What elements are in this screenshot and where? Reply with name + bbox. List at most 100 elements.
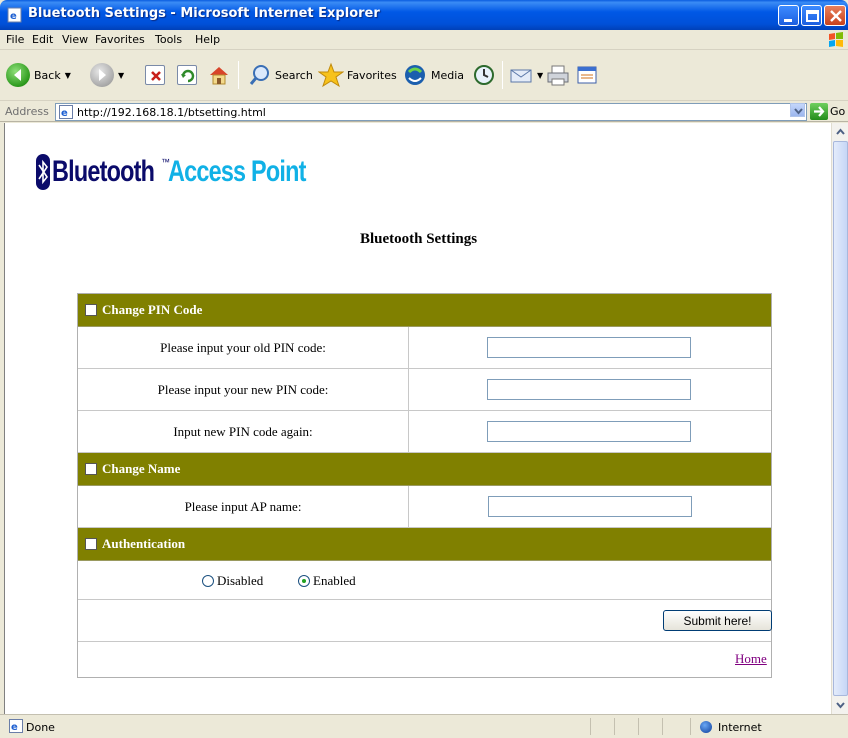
scroll-down-button[interactable]: [833, 697, 848, 714]
menu-help[interactable]: Help: [195, 33, 220, 46]
toolbar: Back ▼ ▼ Search Favorites Media ▼: [0, 51, 848, 101]
ie-page-icon: e: [59, 105, 73, 119]
section-label: Change Name: [102, 461, 181, 476]
stop-button[interactable]: [145, 59, 165, 91]
authentication-checkbox[interactable]: [85, 538, 97, 550]
radio-disabled[interactable]: [202, 575, 214, 587]
menu-tools[interactable]: Tools: [155, 33, 182, 46]
new-pin-label: Please input your new PIN code:: [78, 369, 409, 410]
status-pane: [590, 718, 591, 735]
section-label: Authentication: [102, 536, 186, 551]
security-zone: Internet: [718, 721, 762, 734]
address-url: http://192.168.18.1/btsetting.html: [77, 106, 266, 119]
media-icon: [405, 65, 425, 85]
ie-page-icon: e: [9, 719, 23, 733]
back-label: Back: [34, 68, 61, 82]
confirm-pin-input[interactable]: [487, 421, 691, 442]
close-button[interactable]: [824, 5, 846, 26]
back-arrow-icon: [6, 63, 30, 87]
radio-disabled-label: Disabled: [217, 573, 264, 588]
status-pane: [614, 718, 615, 735]
search-label: Search: [275, 68, 313, 82]
windows-flag-icon: [829, 32, 843, 47]
go-arrow-icon: [814, 106, 825, 117]
home-icon: [210, 67, 228, 85]
svg-text:e: e: [61, 108, 68, 119]
favorites-button[interactable]: Favorites: [318, 59, 397, 91]
media-button[interactable]: Media: [402, 59, 464, 91]
favorites-label: Favorites: [347, 68, 397, 82]
address-dropdown-button[interactable]: [790, 103, 805, 117]
search-button[interactable]: Search: [248, 59, 313, 91]
bluetooth-access-point-logo: Bluetooth ™ Access Point: [36, 147, 344, 197]
old-pin-input[interactable]: [487, 337, 691, 358]
chevron-down-icon: [836, 702, 845, 709]
ie-page-icon: e: [7, 7, 22, 23]
ap-name-input[interactable]: [488, 496, 692, 517]
media-label: Media: [431, 68, 465, 82]
refresh-icon: [177, 65, 197, 85]
chevron-up-icon: [836, 128, 845, 135]
chevron-down-icon: [794, 108, 803, 115]
edit-page-icon: [577, 66, 597, 84]
history-icon: [474, 65, 494, 85]
auth-disabled-option[interactable]: Disabled: [202, 573, 263, 589]
section-authentication: Authentication: [78, 528, 771, 561]
form-row: Home: [78, 642, 771, 677]
go-button[interactable]: [810, 103, 828, 120]
auth-enabled-option[interactable]: Enabled: [298, 573, 356, 589]
address-label: Address: [5, 105, 49, 118]
mail-button[interactable]: ▼: [509, 59, 543, 91]
form-row: Disabled Enabled: [78, 561, 771, 600]
menu-favorites[interactable]: Favorites: [95, 33, 145, 46]
chevron-down-icon[interactable]: ▼: [118, 71, 124, 80]
globe-icon: [700, 721, 712, 733]
minimize-button[interactable]: [778, 5, 799, 26]
change-name-checkbox[interactable]: [85, 463, 97, 475]
star-icon: [318, 62, 344, 88]
search-icon: [249, 65, 269, 85]
home-link[interactable]: Home: [735, 651, 767, 667]
chevron-down-icon[interactable]: ▼: [537, 71, 543, 80]
submit-button[interactable]: Submit here!: [663, 610, 772, 631]
menu-view[interactable]: View: [62, 33, 88, 46]
logo-bluetooth-text: Bluetooth: [52, 155, 155, 188]
vertical-scrollbar[interactable]: [831, 123, 848, 714]
window-title-bar[interactable]: e Bluetooth Settings - Microsoft Interne…: [0, 0, 848, 30]
radio-enabled-label: Enabled: [313, 573, 356, 588]
radio-enabled[interactable]: [298, 575, 310, 587]
go-label[interactable]: Go: [830, 105, 845, 118]
status-pane: [690, 718, 691, 735]
address-input[interactable]: e http://192.168.18.1/btsetting.html: [55, 103, 807, 121]
menu-file[interactable]: File: [6, 33, 24, 46]
home-button[interactable]: [207, 59, 231, 91]
new-pin-input[interactable]: [487, 379, 691, 400]
refresh-button[interactable]: [177, 59, 197, 91]
bluetooth-icon: [36, 154, 50, 190]
menu-bar: File Edit View Favorites Tools Help: [0, 30, 848, 50]
forward-arrow-icon: [90, 63, 114, 87]
form-row: Please input your new PIN code:: [78, 369, 771, 411]
history-button[interactable]: [472, 59, 496, 91]
status-bar: e Done Internet: [0, 714, 848, 738]
chevron-down-icon[interactable]: ▼: [65, 71, 71, 80]
forward-button[interactable]: ▼: [90, 59, 124, 91]
confirm-pin-label: Input new PIN code again:: [78, 411, 409, 452]
menu-edit[interactable]: Edit: [32, 33, 53, 46]
maximize-button[interactable]: [801, 5, 822, 26]
edit-button[interactable]: [575, 59, 599, 91]
maximize-icon: [806, 10, 819, 22]
mail-icon: [510, 69, 532, 83]
print-button[interactable]: [546, 59, 570, 91]
scroll-thumb[interactable]: [833, 141, 848, 696]
back-button[interactable]: Back ▼: [6, 59, 71, 91]
old-pin-label: Please input your old PIN code:: [78, 327, 409, 368]
toolbar-separator: [238, 61, 239, 89]
page-content: Bluetooth ™ Access Point Bluetooth Setti…: [4, 123, 831, 714]
ap-name-label: Please input AP name:: [78, 486, 409, 527]
change-pin-checkbox[interactable]: [85, 304, 97, 316]
section-change-name: Change Name: [78, 453, 771, 486]
form-row: Input new PIN code again:: [78, 411, 771, 453]
form-row: Please input your old PIN code:: [78, 327, 771, 369]
scroll-up-button[interactable]: [833, 123, 848, 140]
